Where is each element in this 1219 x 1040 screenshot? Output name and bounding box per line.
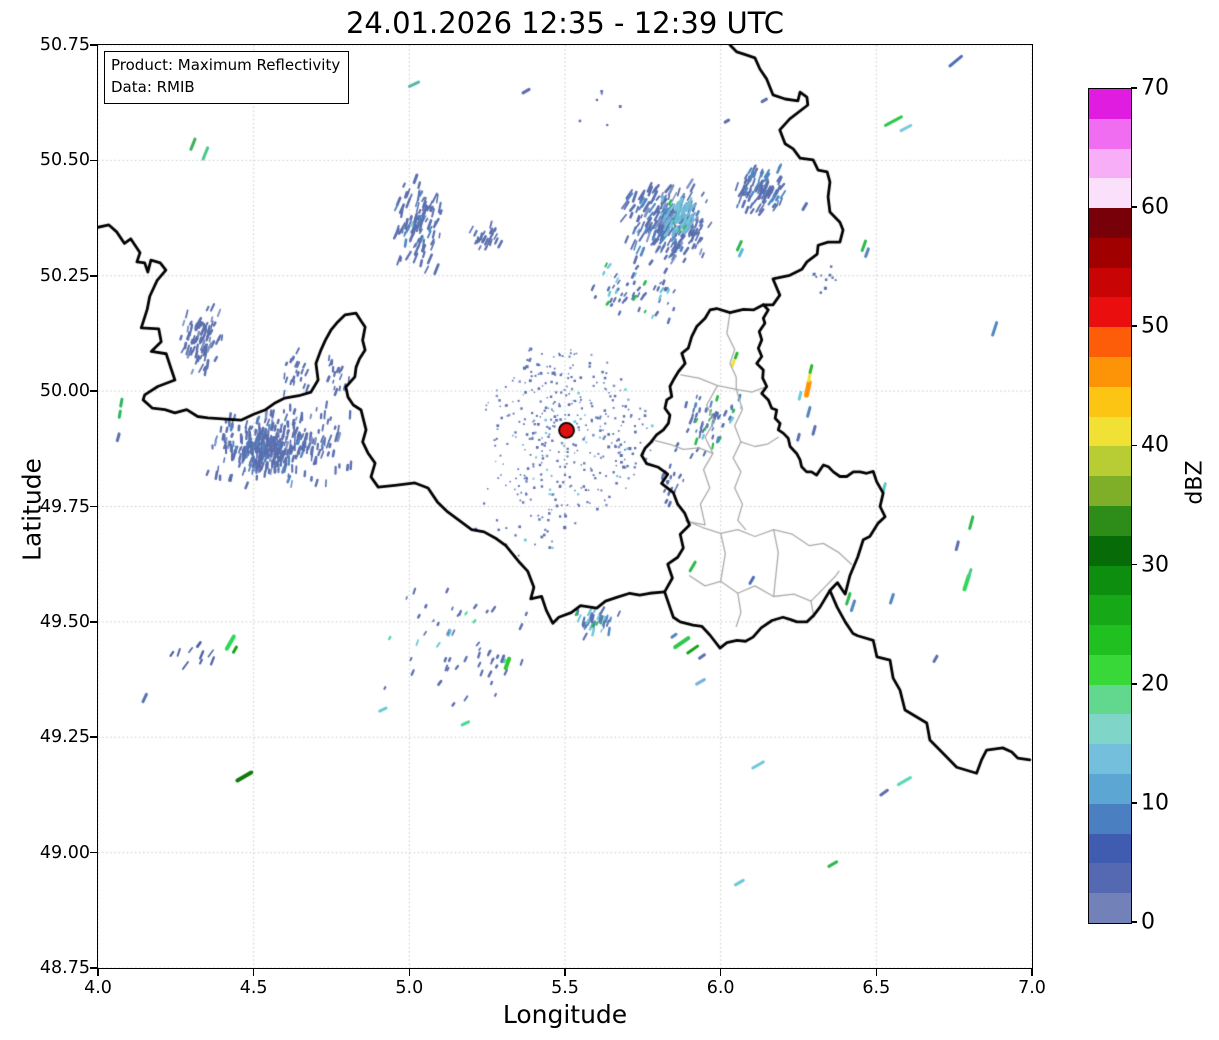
product-annotation-box: Product: Maximum Reflectivity Data: RMIB <box>104 51 349 104</box>
y-tick-mark <box>90 736 97 738</box>
data-source-line: Data: RMIB <box>111 77 340 99</box>
colorbar-segment <box>1089 774 1131 804</box>
colorbar-segment <box>1089 446 1131 476</box>
colorbar-segment <box>1089 714 1131 744</box>
x-tick-mark <box>253 969 255 976</box>
colorbar-segment <box>1089 506 1131 536</box>
colorbar-segment <box>1089 357 1131 387</box>
colorbar-tick-mark <box>1131 921 1137 923</box>
x-tick-mark <box>97 969 99 976</box>
colorbar-tick-mark <box>1131 87 1137 89</box>
x-tick-mark <box>564 969 566 976</box>
colorbar-tick-label: 0 <box>1141 910 1155 935</box>
x-tick-label: 7.0 <box>1018 978 1046 998</box>
colorbar-segment <box>1089 566 1131 596</box>
radar-map-canvas <box>98 45 1032 968</box>
colorbar-tick-label: 20 <box>1141 671 1169 696</box>
colorbar-tick-mark <box>1131 445 1137 447</box>
colorbar-tick-mark <box>1131 206 1137 208</box>
x-axis-label: Longitude <box>98 1000 1032 1029</box>
colorbar-segment <box>1089 834 1131 864</box>
y-tick-label: 50.25 <box>20 266 90 286</box>
y-tick-mark <box>90 967 97 969</box>
colorbar-segment <box>1089 625 1131 655</box>
colorbar-segment <box>1089 297 1131 327</box>
y-tick-mark <box>90 621 97 623</box>
colorbar-tick-mark <box>1131 325 1137 327</box>
colorbar-segment <box>1089 476 1131 506</box>
y-tick-label: 50.75 <box>20 35 90 55</box>
colorbar-tick-label: 70 <box>1141 76 1169 101</box>
x-tick-mark <box>876 969 878 976</box>
colorbar-tick-label: 40 <box>1141 433 1169 458</box>
y-tick-mark <box>90 160 97 162</box>
colorbar-segment <box>1089 536 1131 566</box>
y-tick-label: 49.25 <box>20 727 90 747</box>
colorbar <box>1088 88 1132 924</box>
y-tick-label: 49.75 <box>20 497 90 517</box>
y-tick-label: 49.00 <box>20 843 90 863</box>
colorbar-segment <box>1089 685 1131 715</box>
colorbar-tick-label: 30 <box>1141 552 1169 577</box>
x-tick-label: 5.5 <box>551 978 579 998</box>
y-tick-label: 48.75 <box>20 958 90 978</box>
y-tick-mark <box>90 506 97 508</box>
colorbar-segment <box>1089 595 1131 625</box>
x-tick-mark <box>409 969 411 976</box>
colorbar-tick-label: 50 <box>1141 314 1169 339</box>
colorbar-segment <box>1089 178 1131 208</box>
x-tick-label: 4.5 <box>240 978 268 998</box>
colorbar-segment <box>1089 804 1131 834</box>
colorbar-tick-mark <box>1131 564 1137 566</box>
x-tick-label: 5.0 <box>395 978 423 998</box>
x-tick-mark <box>1031 969 1033 976</box>
colorbar-segment <box>1089 417 1131 447</box>
colorbar-segment <box>1089 238 1131 268</box>
colorbar-segment <box>1089 268 1131 298</box>
colorbar-tick-label: 10 <box>1141 790 1169 815</box>
x-tick-mark <box>720 969 722 976</box>
colorbar-segment <box>1089 119 1131 149</box>
colorbar-segment <box>1089 655 1131 685</box>
product-line: Product: Maximum Reflectivity <box>111 55 340 77</box>
y-tick-mark <box>90 44 97 46</box>
y-tick-mark <box>90 852 97 854</box>
colorbar-tick-label: 60 <box>1141 195 1169 220</box>
colorbar-segment <box>1089 89 1131 119</box>
y-tick-label: 49.50 <box>20 612 90 632</box>
x-tick-label: 6.0 <box>707 978 735 998</box>
radar-figure: 24.01.2026 12:35 - 12:39 UTC Product: Ma… <box>0 0 1219 1040</box>
colorbar-segment <box>1089 327 1131 357</box>
colorbar-tick-mark <box>1131 683 1137 685</box>
y-tick-label: 50.00 <box>20 381 90 401</box>
colorbar-segment <box>1089 744 1131 774</box>
y-tick-mark <box>90 275 97 277</box>
x-tick-label: 6.5 <box>862 978 890 998</box>
x-tick-label: 4.0 <box>84 978 112 998</box>
colorbar-tick-mark <box>1131 802 1137 804</box>
y-tick-mark <box>90 390 97 392</box>
y-tick-label: 50.50 <box>20 150 90 170</box>
plot-title: 24.01.2026 12:35 - 12:39 UTC <box>98 6 1032 40</box>
colorbar-unit-label: dBZ <box>1183 448 1208 518</box>
colorbar-segment <box>1089 387 1131 417</box>
colorbar-segment <box>1089 208 1131 238</box>
colorbar-segment <box>1089 863 1131 893</box>
colorbar-segment <box>1089 149 1131 179</box>
colorbar-segment <box>1089 893 1131 923</box>
